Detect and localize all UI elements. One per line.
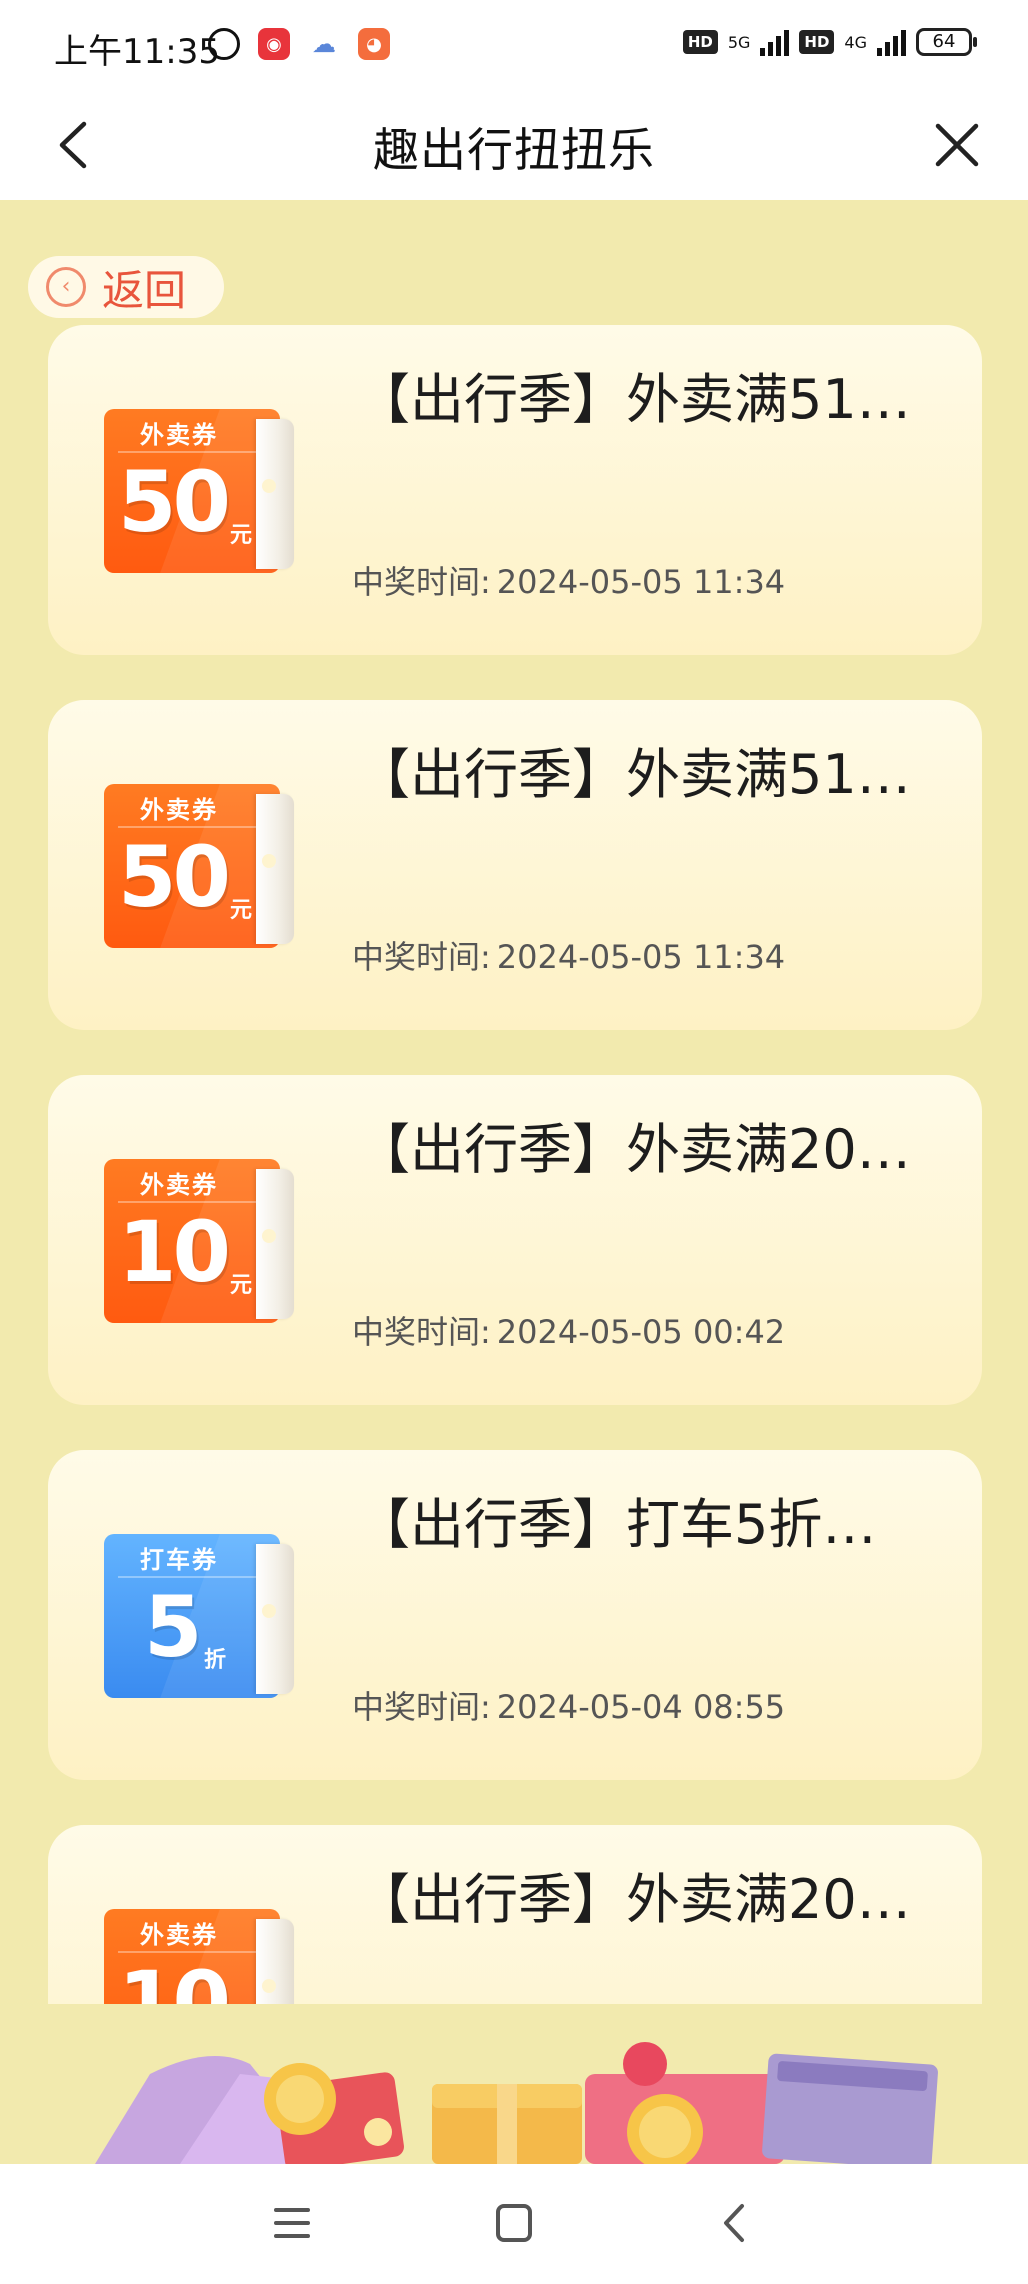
coupon-amount: 5: [144, 1578, 202, 1676]
coupon-unit: 折: [204, 1648, 227, 1673]
win-time-value: 2024-05-05 11:34: [496, 938, 786, 976]
win-time-value: 2024-05-05 00:42: [496, 1313, 786, 1351]
menu-button[interactable]: [262, 2198, 322, 2248]
prize-title: 【出行季】外卖满51…: [356, 368, 911, 431]
hd-badge-1: HD: [682, 30, 718, 54]
coupon-type: 外卖券: [140, 796, 218, 824]
battery-icon: 64: [916, 28, 977, 56]
return-button[interactable]: ‹ 返回: [28, 256, 224, 318]
signal-icon-1: [760, 28, 790, 56]
win-time-label: 中奖时间:: [352, 1313, 491, 1351]
coupon-amount: 50: [118, 453, 231, 551]
close-icon: [935, 123, 979, 167]
home-button[interactable]: [484, 2198, 544, 2248]
coupon-unit: 元: [230, 523, 253, 548]
close-button[interactable]: [924, 112, 990, 178]
takeout-coupon-image: 外卖券 50 元: [104, 409, 294, 573]
gift-decoration: [0, 2004, 1028, 2164]
page-title: 趣出行扭扭乐: [373, 123, 655, 177]
win-time-value: 2024-05-05 11:34: [496, 563, 786, 601]
win-time-label: 中奖时间:: [352, 1688, 491, 1726]
chevron-left-circle-icon: ‹: [46, 267, 86, 307]
win-time-label: 中奖时间:: [352, 938, 491, 976]
prize-title: 【出行季】外卖满51…: [356, 743, 911, 806]
hd-badge-2: HD: [799, 30, 835, 54]
app-header: 趣出行扭扭乐: [0, 90, 1028, 200]
status-notification-icons: ◉ ☁ ◕: [208, 28, 390, 60]
coupon-unit: 元: [230, 898, 253, 923]
app-notification-icon: ◉: [258, 28, 290, 60]
coupon-amount: 10: [118, 1203, 231, 1301]
prize-record-list[interactable]: 外卖券 50 元 【出行季】外卖满51… 中奖时间: 2024-05-05 11:…: [0, 320, 1028, 2004]
system-nav-bar: [0, 2164, 1028, 2284]
cat-app-icon: ◕: [358, 28, 390, 60]
cloud-app-icon: ☁: [312, 30, 336, 58]
network-type-2: 4G: [844, 32, 867, 52]
win-time-label: 中奖时间:: [352, 563, 491, 601]
home-square-icon: [496, 2204, 532, 2242]
coupon-type: 外卖券: [140, 1171, 218, 1199]
coupon-unit: 元: [230, 1273, 253, 1298]
prize-card[interactable]: 打车券 5 折 【出行季】打车5折… 中奖时间: 2024-05-04 08:55: [48, 1450, 982, 1780]
alarm-clock-icon: [208, 28, 240, 60]
network-type-1: 5G: [727, 32, 751, 52]
status-system-icons: HD 5G HD 4G 64: [682, 28, 977, 56]
takeout-coupon-image: 外卖券 10 元: [104, 1909, 294, 2004]
taxi-coupon-image: 打车券 5 折: [104, 1534, 294, 1698]
win-time: 中奖时间: 2024-05-04 08:55: [352, 1682, 785, 1728]
coupon-amount: 50: [118, 828, 231, 926]
prize-title: 【出行季】外卖满20…: [356, 1118, 911, 1181]
win-time: 中奖时间: 2024-05-05 11:34: [352, 557, 785, 603]
takeout-coupon-image: 外卖券 50 元: [104, 784, 294, 948]
status-time: 上午11:35: [54, 32, 220, 72]
win-time: 中奖时间: 2024-05-05 11:34: [352, 932, 785, 978]
win-time-value: 2024-05-04 08:55: [496, 1688, 786, 1726]
takeout-coupon-image: 外卖券 10 元: [104, 1159, 294, 1323]
menu-icon: [274, 2208, 310, 2238]
prize-title: 【出行季】打车5折…: [356, 1493, 877, 1556]
coupon-type: 外卖券: [140, 1921, 218, 1949]
prize-card[interactable]: 外卖券 10 元 【出行季】外卖满20…: [48, 1825, 982, 2004]
prize-title: 【出行季】外卖满20…: [356, 1868, 911, 1931]
prize-card[interactable]: 外卖券 50 元 【出行季】外卖满51… 中奖时间: 2024-05-05 11:…: [48, 700, 982, 1030]
back-arrow-icon: [724, 2204, 744, 2242]
status-bar: 上午11:35 ◉ ☁ ◕ HD 5G HD 4G 64: [0, 0, 1028, 90]
system-back-button[interactable]: [706, 2198, 766, 2248]
coupon-type: 打车券: [140, 1546, 218, 1574]
prize-card[interactable]: 外卖券 10 元 【出行季】外卖满20… 中奖时间: 2024-05-05 00:…: [48, 1075, 982, 1405]
return-label: 返回: [102, 265, 187, 315]
coupon-amount: 10: [118, 1953, 231, 2004]
coupon-type: 外卖券: [140, 421, 218, 449]
battery-level: 64: [932, 31, 956, 52]
win-time: 中奖时间: 2024-05-05 00:42: [352, 1307, 785, 1353]
prize-card[interactable]: 外卖券 50 元 【出行季】外卖满51… 中奖时间: 2024-05-05 11:…: [48, 325, 982, 655]
signal-icon-2: [877, 28, 906, 56]
